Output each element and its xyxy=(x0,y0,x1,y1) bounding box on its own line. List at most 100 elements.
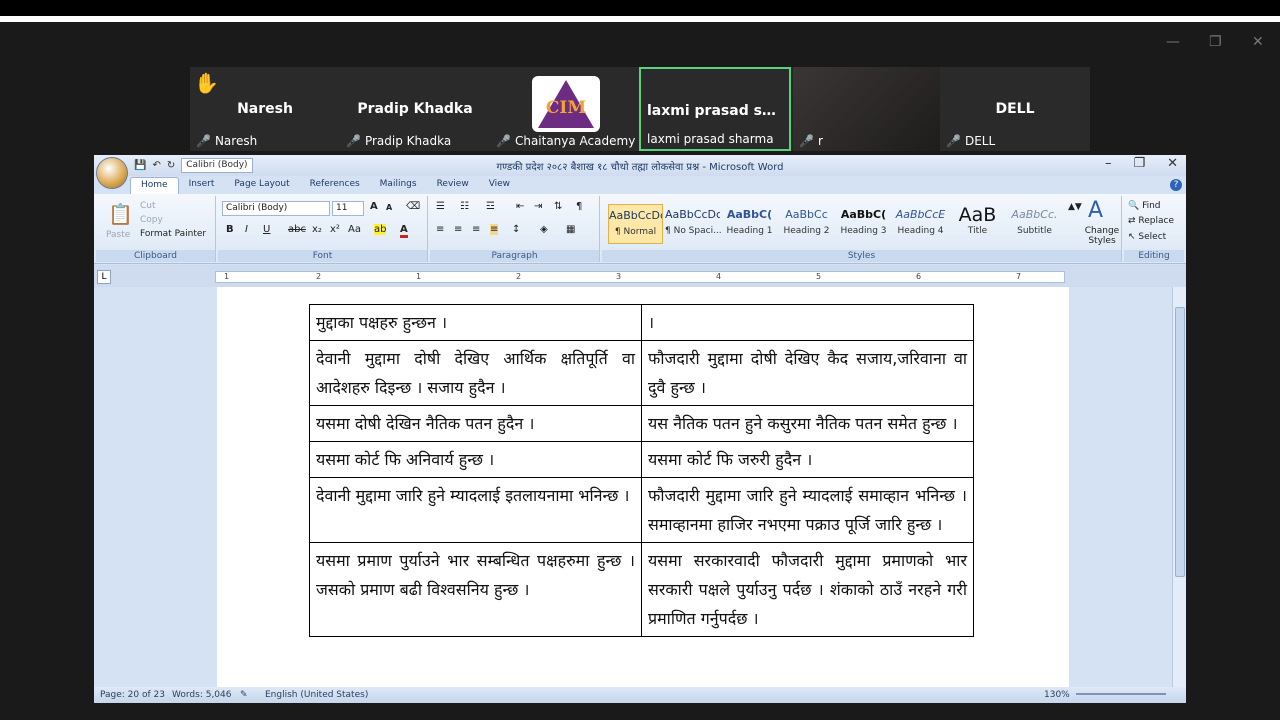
justify-icon[interactable]: ≡ xyxy=(490,224,499,235)
bullets-icon[interactable]: ☰ xyxy=(436,201,445,212)
shrink-font-icon[interactable]: A xyxy=(386,203,392,212)
styles-scroll-icon[interactable]: ▲▼ xyxy=(1068,202,1082,212)
style-heading-2[interactable]: AaBbCc Heading 2 xyxy=(779,204,834,244)
participant-label: Pradip Khadka xyxy=(364,134,452,148)
participant-tile-dell[interactable]: DELL 🎤 DELL xyxy=(940,67,1090,151)
table-cell[interactable]: देवानी मुद्दामा जारि हुने म्यादलाई इतलाय… xyxy=(309,477,642,543)
clipboard-label: Clipboard xyxy=(96,250,215,262)
style-heading-3[interactable]: AaBbC(Heading 3 xyxy=(836,204,891,244)
ribbon-tabs: Home Insert Page Layout References Maili… xyxy=(130,177,520,194)
font-size-combo[interactable]: 11 xyxy=(332,201,364,216)
shading-icon[interactable]: ◈ xyxy=(540,224,548,235)
cut-button[interactable]: Cut xyxy=(140,201,156,211)
tab-references[interactable]: References xyxy=(300,177,370,194)
align-left-icon[interactable]: ≡ xyxy=(436,224,444,235)
style-subtitle[interactable]: AaBbCc. Subtitle xyxy=(1007,204,1062,244)
multilevel-list-icon[interactable]: ☲ xyxy=(486,201,495,212)
word-minimize-icon[interactable]: – xyxy=(1105,156,1112,171)
grow-font-icon[interactable]: A xyxy=(370,201,378,212)
table-cell[interactable]: फौजदारी मुद्दामा जारि हुने म्यादलाई समाव… xyxy=(641,477,974,543)
styles-group: AaBbCcDc ¶ Normal AaBbCcDc ¶ No Spaci... A… xyxy=(602,196,1122,262)
paste-icon[interactable]: 📋 xyxy=(108,202,133,226)
zoom-level[interactable]: 130% xyxy=(1044,690,1070,700)
tab-review[interactable]: Review xyxy=(427,177,479,194)
tab-view[interactable]: View xyxy=(479,177,520,194)
style-normal[interactable]: AaBbCcDc ¶ Normal xyxy=(608,204,663,244)
superscript-icon[interactable]: x² xyxy=(330,224,340,235)
minimize-icon[interactable]: — xyxy=(1166,34,1180,50)
font-label: Font xyxy=(218,250,427,262)
italic-icon[interactable]: I xyxy=(245,224,248,235)
participant-tile-laxmi[interactable]: laxmi prasad sh... laxmi prasad sharma xyxy=(639,67,791,151)
restore-icon[interactable]: ❐ xyxy=(1209,34,1222,50)
table-cell[interactable]: यसमा कोर्ट फि जरुरी हुदैन । xyxy=(641,441,974,478)
table-cell[interactable]: यसमा सरकारवादी फौजदारी मुद्दामा प्रमाणको… xyxy=(641,542,974,637)
help-icon[interactable]: ? xyxy=(1170,179,1182,191)
vertical-scrollbar[interactable] xyxy=(1172,287,1186,687)
horizontal-ruler[interactable]: 1 2 1 2 3 4 5 6 7 xyxy=(215,271,1065,283)
table-row: यसमा प्रमाण पुर्याउने भार सम्बन्धित पक्ष… xyxy=(309,542,974,637)
word-close-icon[interactable]: ✕ xyxy=(1167,156,1178,171)
style-heading-1[interactable]: AaBbC(Heading 1 xyxy=(722,204,777,244)
underline-icon[interactable]: U xyxy=(263,224,270,235)
strikethrough-icon[interactable]: abc xyxy=(288,224,306,235)
select-button[interactable]: ↖ Select xyxy=(1128,232,1166,242)
copy-button[interactable]: Copy xyxy=(140,215,163,225)
table-cell[interactable]: यस नैतिक पतन हुने कसुरमा नैतिक पतन समेत … xyxy=(641,405,974,442)
participant-tile-r[interactable]: 🎤 r xyxy=(793,67,940,151)
table-cell[interactable]: देवानी मुद्दामा दोषी देखिए आर्थिक क्षतिप… xyxy=(309,340,642,406)
zoom-slider[interactable] xyxy=(1076,693,1166,695)
table-cell[interactable]: यसमा कोर्ट फि अनिवार्य हुन्छ । xyxy=(309,441,642,478)
highlight-icon[interactable]: ab xyxy=(374,224,387,235)
bold-icon[interactable]: B xyxy=(226,224,234,235)
table-cell[interactable]: यसमा प्रमाण पुर्याउने भार सम्बन्धित पक्ष… xyxy=(309,542,642,637)
change-styles-icon[interactable]: A xyxy=(1088,198,1103,223)
office-button[interactable] xyxy=(96,157,128,189)
word-restore-icon[interactable]: ❐ xyxy=(1133,156,1145,171)
find-button[interactable]: 🔍 Find xyxy=(1128,201,1161,211)
numbering-icon[interactable]: ☷ xyxy=(460,201,469,212)
align-center-icon[interactable]: ≡ xyxy=(454,224,462,235)
decrease-indent-icon[interactable]: ⇤ xyxy=(516,201,524,212)
scroll-thumb[interactable] xyxy=(1175,307,1185,577)
align-right-icon[interactable]: ≡ xyxy=(472,224,480,235)
clear-format-icon[interactable]: ⌫ xyxy=(406,201,420,212)
participant-tile-naresh[interactable]: ✋ Naresh 🎤 Naresh xyxy=(190,67,340,151)
table-cell[interactable]: फौजदारी मुद्दामा दोषी देखिए कैद सजाय,जरि… xyxy=(641,340,974,406)
paragraph-group: ☰ ☷ ☲ ⇤ ⇥ ⇅ ¶ ≡ ≡ ≡ ≡ ↕ ◈ ▦ Paragraph xyxy=(430,196,600,262)
table-cell[interactable]: । xyxy=(641,304,974,341)
borders-icon[interactable]: ▦ xyxy=(566,224,575,235)
line-spacing-icon[interactable]: ↕ xyxy=(512,224,520,235)
sort-icon[interactable]: ⇅ xyxy=(554,201,562,212)
language-indicator[interactable]: English (United States) xyxy=(265,690,368,700)
page-count[interactable]: Page: 20 of 23 xyxy=(100,690,165,700)
show-marks-icon[interactable]: ¶ xyxy=(576,201,582,212)
change-styles-button[interactable]: Change Styles xyxy=(1082,226,1122,246)
word-count[interactable]: Words: 5,046 xyxy=(172,690,231,700)
subscript-icon[interactable]: x₂ xyxy=(312,224,322,235)
format-painter-button[interactable]: Format Painter xyxy=(140,229,206,239)
tab-selector-icon[interactable]: L xyxy=(97,270,111,284)
increase-indent-icon[interactable]: ⇥ xyxy=(534,201,542,212)
style-title[interactable]: AaB Title xyxy=(950,204,1005,244)
table-cell[interactable]: यसमा दोषी देखिन नैतिक पतन हुदैन । xyxy=(309,405,642,442)
tab-insert[interactable]: Insert xyxy=(179,177,225,194)
style-heading-4[interactable]: AaBbCcE Heading 4 xyxy=(893,204,948,244)
replace-button[interactable]: ⇄ Replace xyxy=(1128,216,1174,226)
change-case-icon[interactable]: Aa xyxy=(348,224,361,235)
close-icon[interactable]: ✕ xyxy=(1252,34,1264,50)
tab-home[interactable]: Home xyxy=(130,177,179,194)
table-row: यसमा दोषी देखिन नैतिक पतन हुदैन । यस नैत… xyxy=(309,405,974,442)
tab-mailings[interactable]: Mailings xyxy=(370,177,427,194)
font-name-combo[interactable]: Calibri (Body) xyxy=(222,201,330,216)
participant-tile-pradip[interactable]: Pradip Khadka 🎤 Pradip Khadka xyxy=(340,67,490,151)
academy-logo: CIM xyxy=(532,76,600,132)
participant-label: Chaitanya Academy xyxy=(514,134,636,148)
proofing-icon[interactable]: ✎ xyxy=(240,690,248,700)
style-no-spacing[interactable]: AaBbCcDc ¶ No Spaci... xyxy=(665,204,722,244)
table-cell[interactable]: मुद्दाका पक्षहरु हुन्छन । xyxy=(309,304,642,341)
document-page[interactable]: मुद्दाका पक्षहरु हुन्छन । । देवानी मुद्द… xyxy=(217,287,1069,687)
tab-page-layout[interactable]: Page Layout xyxy=(224,177,299,194)
font-color-icon[interactable]: A xyxy=(400,224,408,238)
paste-button[interactable]: Paste xyxy=(106,230,130,240)
